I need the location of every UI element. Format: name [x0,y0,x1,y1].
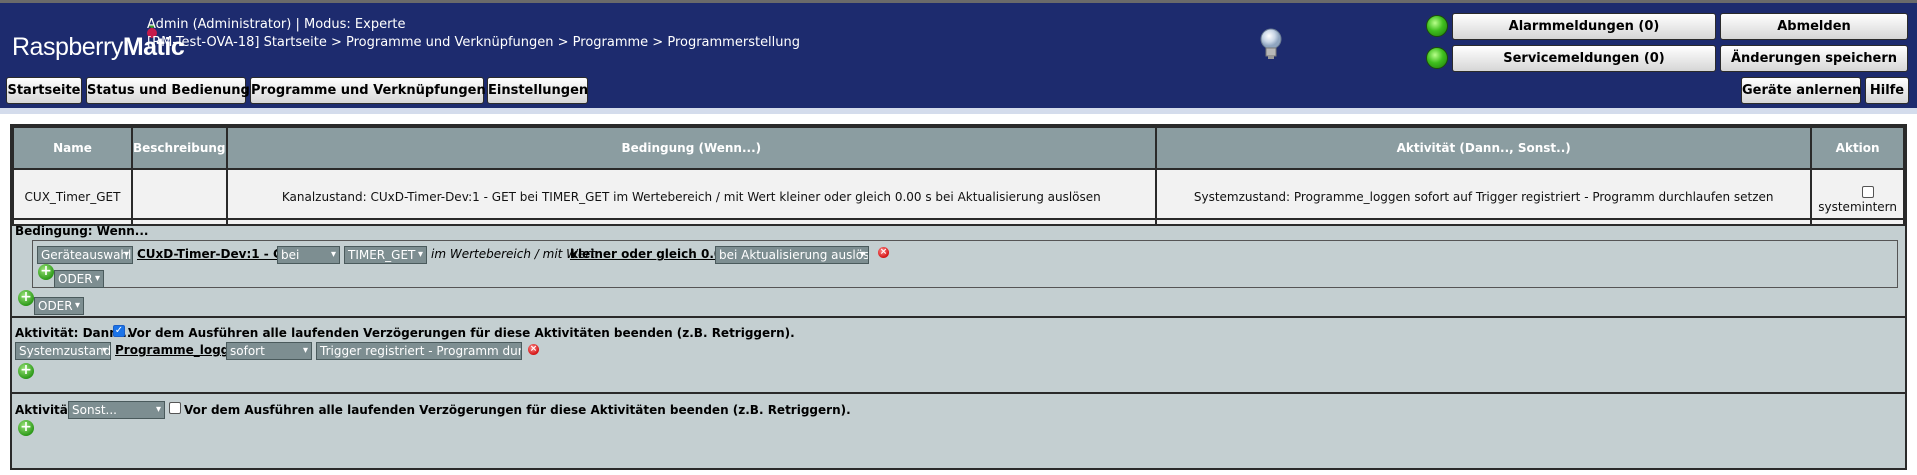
systemintern-label: systemintern [1818,200,1897,214]
column-header-action: Aktion [1810,126,1905,170]
user-mode-text: Admin (Administrator) | Modus: Experte [147,17,406,32]
table-header-row: Name Beschreibung Bedingung (Wenn...) Ak… [12,126,1905,170]
systemintern-checkbox[interactable] [1862,186,1875,198]
else-retrigger-checkbox[interactable] [169,402,181,414]
add-activity-icon[interactable]: + [18,363,34,379]
column-header-activity: Aktivität (Dann.., Sonst..) [1155,126,1813,170]
alarm-status-led [1426,15,1448,37]
else-type-select[interactable]: Sonst... ▾ [68,401,165,419]
trigger-select[interactable]: bei Aktualisierung auslösen ▾ [715,246,869,264]
condition-group: Geräteauswahl ▾ CUxD-Timer-Dev:1 - GET be… [32,240,1898,288]
or-outer-select[interactable]: ODER ▾ [34,297,84,315]
else-retrigger-label: Vor dem Ausführen alle laufenden Verzöge… [184,403,851,417]
program-activity-cell: Systemzustand: Programme_loggen sofort a… [1155,168,1813,226]
then-section: Aktivität: Dann... ✓ Vor dem Ausführen a… [12,316,1905,392]
header-bar: RaspberryMatic Admin (Administrator) | M… [0,0,1917,108]
add-else-activity-icon[interactable]: + [18,420,34,436]
header-divider [0,108,1917,114]
program-name-cell[interactable]: CUX_Timer_GET [12,168,133,226]
program-description-cell[interactable] [130,168,228,226]
teach-devices-button[interactable]: Geräte anlernen [1741,77,1861,104]
help-button[interactable]: Hilfe [1865,77,1909,104]
then-retrigger-label: Vor dem Ausführen alle laufenden Verzöge… [128,326,795,340]
save-changes-button[interactable]: Änderungen speichern [1720,45,1908,72]
program-condition-cell: Kanalzustand: CUxD-Timer-Dev:1 - GET bei… [225,168,1158,226]
program-action-cell: systemintern [1810,168,1905,226]
nav-einstellungen[interactable]: Einstellungen [487,77,588,104]
add-condition-icon[interactable]: + [38,264,54,280]
program-table: Name Beschreibung Bedingung (Wenn...) Ak… [12,126,1905,226]
alarm-messages-button[interactable]: Alarmmeldungen (0) [1452,13,1716,40]
nav-programme-verknuepfungen[interactable]: Programme und Verknüpfungen [250,77,486,104]
then-retrigger-checkbox[interactable]: ✓ [113,325,125,337]
device-name-link[interactable]: CUxD-Timer-Dev:1 - GET [137,247,299,261]
nav-status-bedienung[interactable]: Status und Bedienung [86,77,250,104]
else-section: Aktivität: Sonst... ▾ Vor dem Ausführen a… [12,392,1905,468]
service-status-led [1426,47,1448,69]
table-row: CUX_Timer_GET Kanalzustand: CUxD-Timer-D… [12,168,1905,226]
then-type-select[interactable]: Systemzustand ▾ [15,342,111,360]
parameter-select[interactable]: TIMER_GET ▾ [344,246,427,264]
breadcrumb: [RM-Test-OVA-18] Startseite > Programme … [147,35,801,50]
service-messages-button[interactable]: Servicemeldungen (0) [1452,45,1716,72]
or-inner-select[interactable]: ODER ▾ [54,270,104,288]
condition-section: Bedingung: Wenn... Geräteauswahl ▾ CUxD-T… [12,218,1905,316]
add-condition-group-icon[interactable]: + [18,290,34,306]
then-timing-select[interactable]: sofort ▾ [226,342,312,360]
logout-button[interactable]: Abmelden [1720,13,1908,40]
delete-activity-icon[interactable]: × [528,344,539,355]
column-header-description: Beschreibung [130,126,228,170]
device-selection-select[interactable]: Geräteauswahl ▾ [37,246,133,264]
condition-title: Bedingung: Wenn... [15,224,149,238]
then-value-input[interactable]: Trigger registriert - Programm durchlauf… [316,342,522,360]
delete-condition-icon[interactable]: × [878,247,889,258]
column-header-condition: Bedingung (Wenn...) [225,126,1158,170]
column-header-name: Name [12,126,133,170]
program-editor: Name Beschreibung Bedingung (Wenn...) Ak… [10,124,1907,470]
when-select[interactable]: bei ▾ [277,246,340,264]
nav-startseite[interactable]: Startseite [6,77,82,104]
lightbulb-icon[interactable] [1258,27,1284,61]
